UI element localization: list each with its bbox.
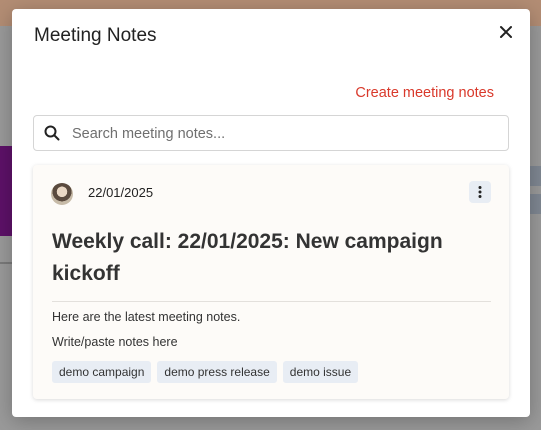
- search-icon: [44, 125, 60, 141]
- note-title[interactable]: Weekly call: 22/01/2025: New campaign ki…: [52, 226, 482, 290]
- background-chip: [529, 166, 541, 186]
- note-body-line: Here are the latest meeting notes.: [52, 310, 241, 324]
- modal-title: Meeting Notes: [34, 25, 157, 46]
- note-body-line: Write/paste notes here: [52, 335, 178, 349]
- background-panel: [0, 146, 12, 236]
- background-chip: [529, 194, 541, 214]
- meeting-notes-modal: Meeting Notes Create meeting notes 22/01…: [12, 9, 530, 417]
- search-input[interactable]: [70, 116, 504, 152]
- avatar: [51, 183, 73, 205]
- tag[interactable]: demo press release: [157, 361, 277, 383]
- tag[interactable]: demo campaign: [52, 361, 152, 383]
- close-button[interactable]: [495, 21, 517, 43]
- close-icon: [500, 26, 512, 38]
- meeting-note-card[interactable]: 22/01/2025 Weekly call: 22/01/2025: New …: [33, 165, 509, 399]
- note-date: 22/01/2025: [88, 185, 154, 200]
- background-divider: [0, 262, 12, 264]
- note-menu-button[interactable]: [469, 181, 491, 203]
- tag-list: demo campaign demo press release demo is…: [52, 361, 359, 383]
- search-box: [33, 115, 509, 152]
- divider: [52, 301, 491, 302]
- create-meeting-notes-link[interactable]: Create meeting notes: [355, 85, 494, 101]
- tag[interactable]: demo issue: [282, 361, 359, 383]
- more-vertical-icon: [478, 186, 482, 198]
